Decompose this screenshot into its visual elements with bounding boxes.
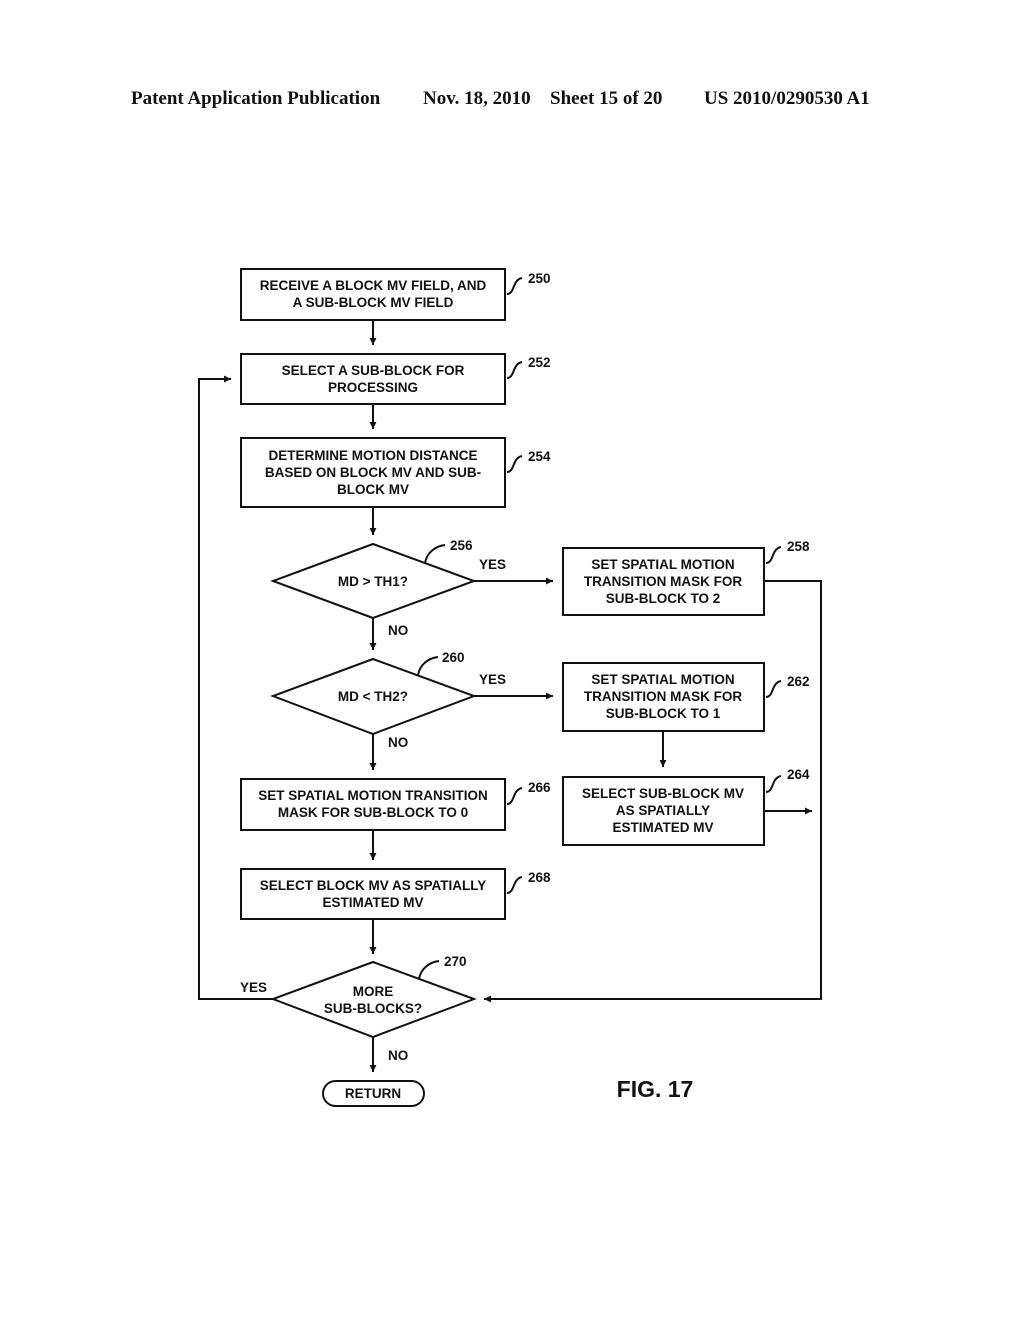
step-262: SET SPATIAL MOTION TRANSITION MASK FOR S…	[562, 662, 810, 732]
step-264-line-3: ESTIMATED MV	[613, 820, 714, 835]
flowchart: RECEIVE A BLOCK MV FIELD, AND A SUB-BLOC…	[198, 268, 822, 1107]
step-268-box	[240, 868, 506, 920]
ref-leader-252	[506, 361, 523, 379]
ref-252: 252	[528, 355, 551, 370]
decision-270-shape	[270, 960, 477, 1039]
step-264-line-1: SELECT SUB-BLOCK MV	[582, 786, 744, 801]
decision-270-yes-label: YES	[240, 980, 267, 995]
step-250-line-2: A SUB-BLOCK MV FIELD	[293, 295, 454, 310]
decision-270: MORE SUB-BLOCKS? 270 YES NO	[240, 954, 477, 1063]
ref-leader-264	[765, 775, 782, 793]
step-254-line-1: DETERMINE MOTION DISTANCE	[269, 448, 478, 463]
ref-262: 262	[787, 674, 810, 689]
step-250-line-1: RECEIVE A BLOCK MV FIELD, AND	[260, 278, 487, 293]
step-258-line-1: SET SPATIAL MOTION	[591, 557, 734, 572]
decision-270-line-2: SUB-BLOCKS?	[324, 1001, 422, 1016]
ref-leader-258	[765, 546, 782, 564]
step-262-line-1: SET SPATIAL MOTION	[591, 672, 734, 687]
ref-266: 266	[528, 780, 551, 795]
ref-leader-250	[506, 277, 523, 295]
step-262-line-3: SUB-BLOCK TO 1	[606, 706, 721, 721]
decision-260: MD < TH2? 260 YES NO	[270, 650, 506, 750]
step-254-line-3: BLOCK MV	[337, 482, 409, 497]
step-264: SELECT SUB-BLOCK MV AS SPATIALLY ESTIMAT…	[562, 767, 810, 846]
ref-leader-266	[506, 787, 523, 805]
step-252: SELECT A SUB-BLOCK FOR PROCESSING 252	[240, 353, 551, 405]
step-254: DETERMINE MOTION DISTANCE BASED ON BLOCK…	[240, 437, 551, 508]
ref-leader-260	[417, 656, 439, 676]
decision-256-yes-label: YES	[479, 557, 506, 572]
step-266-line-1: SET SPATIAL MOTION TRANSITION	[258, 788, 488, 803]
step-254-line-2: BASED ON BLOCK MV AND SUB-	[265, 465, 481, 480]
step-268-line-2: ESTIMATED MV	[323, 895, 424, 910]
ref-leader-256	[424, 544, 446, 564]
figure-label: FIG. 17	[617, 1076, 694, 1102]
ref-leader-254	[506, 455, 523, 473]
ref-270: 270	[444, 954, 467, 969]
ref-leader-270	[418, 960, 440, 980]
step-258: SET SPATIAL MOTION TRANSITION MASK FOR S…	[562, 539, 810, 616]
decision-270-line-1: MORE	[353, 984, 394, 999]
ref-268: 268	[528, 870, 551, 885]
step-258-line-3: SUB-BLOCK TO 2	[606, 591, 721, 606]
decision-256: MD > TH1? 256 YES NO	[270, 538, 506, 638]
decision-260-no-label: NO	[388, 735, 408, 750]
decision-256-text: MD > TH1?	[338, 574, 408, 589]
step-250: RECEIVE A BLOCK MV FIELD, AND A SUB-BLOC…	[240, 268, 551, 321]
ref-254: 254	[528, 449, 551, 464]
decision-270-no-label: NO	[388, 1048, 408, 1063]
return-text: RETURN	[345, 1086, 401, 1101]
decision-260-yes-label: YES	[479, 672, 506, 687]
decision-256-no-label: NO	[388, 623, 408, 638]
step-258-line-2: TRANSITION MASK FOR	[584, 574, 742, 589]
step-268: SELECT BLOCK MV AS SPATIALLY ESTIMATED M…	[240, 868, 551, 920]
step-268-line-1: SELECT BLOCK MV AS SPATIALLY	[260, 878, 487, 893]
step-252-line-1: SELECT A SUB-BLOCK FOR	[282, 363, 465, 378]
step-266-line-2: MASK FOR SUB-BLOCK TO 0	[278, 805, 468, 820]
decision-260-text: MD < TH2?	[338, 689, 408, 704]
ref-264: 264	[787, 767, 810, 782]
step-252-line-2: PROCESSING	[328, 380, 418, 395]
ref-leader-268	[506, 876, 523, 894]
ref-leader-262	[765, 680, 782, 698]
return-terminator: RETURN	[322, 1080, 425, 1107]
ref-250: 250	[528, 271, 551, 286]
step-262-line-2: TRANSITION MASK FOR	[584, 689, 742, 704]
step-252-box	[240, 353, 506, 405]
step-266: SET SPATIAL MOTION TRANSITION MASK FOR S…	[240, 778, 551, 831]
ref-256: 256	[450, 538, 473, 553]
ref-260: 260	[442, 650, 465, 665]
ref-258: 258	[787, 539, 810, 554]
step-264-line-2: AS SPATIALLY	[616, 803, 710, 818]
